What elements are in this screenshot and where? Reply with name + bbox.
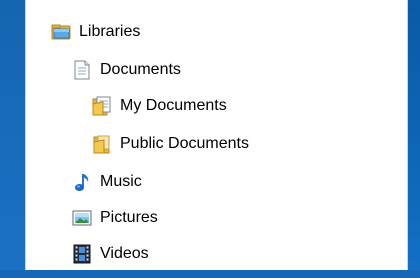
tree-item-pictures[interactable]: Pictures — [72, 204, 158, 232]
tree-item-label: Videos — [100, 245, 149, 262]
tree-item-music[interactable]: Music — [72, 168, 142, 196]
tree-item-libraries[interactable]: Libraries — [51, 18, 140, 46]
tree-item-label: Pictures — [100, 209, 158, 226]
tree-item-public-documents[interactable]: Public Documents — [92, 130, 249, 158]
folder-documents-icon — [92, 96, 112, 116]
folder-icon — [92, 134, 112, 154]
desktop-background-left — [0, 0, 25, 278]
desktop-background-bottom — [0, 270, 420, 278]
desktop-background-right — [408, 0, 420, 278]
tree-item-label: My Documents — [120, 97, 227, 114]
tree-item-label: Music — [100, 173, 142, 190]
film-strip-icon — [72, 244, 92, 264]
tree-item-label: Documents — [100, 61, 181, 78]
libraries-icon — [51, 22, 71, 42]
documents-icon — [72, 60, 92, 80]
tree-item-documents[interactable]: Documents — [72, 56, 181, 84]
music-note-icon — [72, 172, 92, 192]
tree-item-videos[interactable]: Videos — [72, 240, 149, 268]
tree-item-my-documents[interactable]: My Documents — [92, 92, 227, 120]
tree-item-label: Public Documents — [120, 135, 249, 152]
pictures-icon — [72, 208, 92, 228]
tree-item-label: Libraries — [79, 23, 141, 40]
navigation-pane: Libraries Documents My Documents Public … — [25, 0, 408, 270]
